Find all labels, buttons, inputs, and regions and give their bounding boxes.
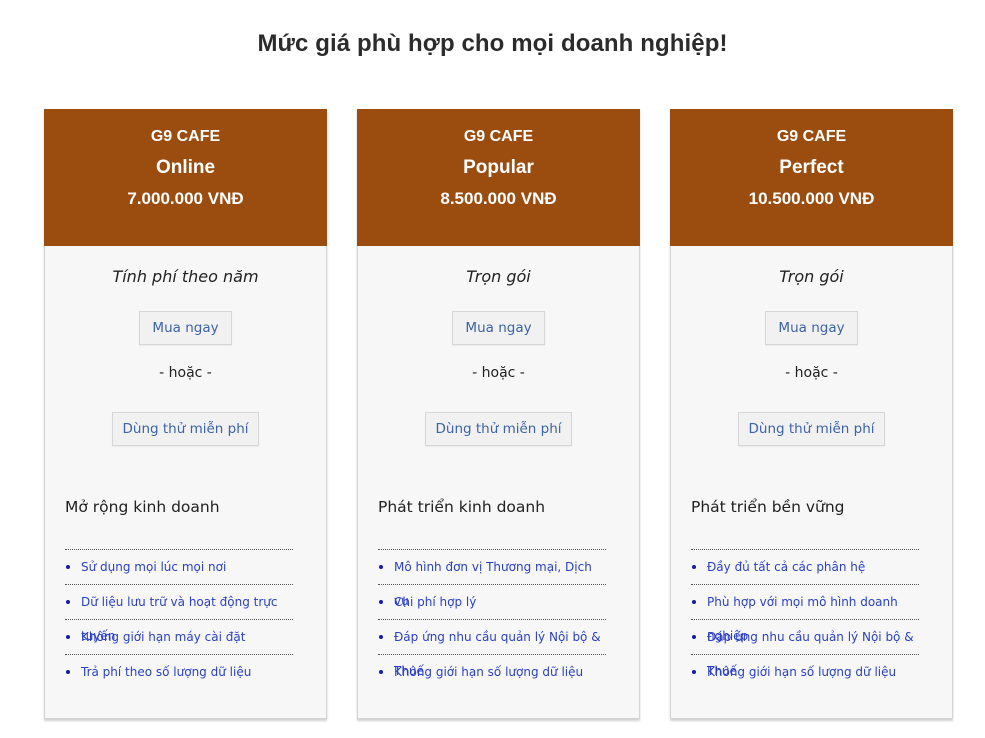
- free-trial-button[interactable]: Dùng thử miễn phí: [425, 412, 572, 446]
- feature-item[interactable]: Mô hình đơn vị Thương mại, Dịch vụ: [378, 550, 606, 608]
- bullet-icon: [692, 635, 696, 639]
- feature-text: Sử dụng mọi lúc mọi nơi: [81, 560, 227, 574]
- feature-list: Sử dụng mọi lúc mọi nơi Dữ liệu lưu trữ …: [65, 549, 293, 690]
- bullet-icon: [379, 600, 383, 604]
- feature-text: Không giới hạn số lượng dữ liệu: [707, 665, 897, 679]
- feature-text: Không giới hạn máy cài đặt: [81, 630, 246, 644]
- pricing-plans: G9 CAFE Online 7.000.000 VNĐ Tính phí th…: [44, 109, 954, 719]
- page-title: Mức giá phù hợp cho mọi doanh nghiệp!: [257, 30, 728, 57]
- feature-item[interactable]: Không giới hạn số lượng dữ liệu: [378, 655, 606, 690]
- feature-item[interactable]: Dữ liệu lưu trữ và hoạt động trực tuyến: [65, 585, 293, 643]
- feature-item[interactable]: Không giới hạn máy cài đặt: [65, 620, 293, 655]
- buy-now-button[interactable]: Mua ngay: [139, 311, 232, 345]
- plan-card-perfect: G9 CAFE Perfect 10.500.000 VNĐ Trọn gói …: [670, 109, 953, 719]
- free-trial-button[interactable]: Dùng thử miễn phí: [112, 412, 259, 446]
- feature-list: Đầy đủ tất cả các phân hệ Phù hợp với mọ…: [691, 549, 919, 690]
- feature-item[interactable]: Đáp ứng nhu cầu quản lý Nội bộ & Thuế: [378, 620, 606, 678]
- feature-item[interactable]: Đáp ứng nhu cầu quản lý Nội bộ & Thuế: [691, 620, 919, 678]
- feature-title: Phát triển bền vững: [691, 498, 845, 516]
- bullet-icon: [66, 635, 70, 639]
- plan-name: Online: [155, 157, 216, 178]
- bullet-icon: [66, 600, 70, 604]
- feature-item[interactable]: Phù hợp với mọi mô hình doanh nghiệp: [691, 585, 919, 643]
- bullet-icon: [379, 670, 383, 674]
- plan-card-popular: G9 CAFE Popular 8.500.000 VNĐ Trọn gói M…: [357, 109, 640, 719]
- free-trial-button[interactable]: Dùng thử miễn phí: [738, 412, 885, 446]
- plan-brand: G9 CAFE: [150, 128, 221, 145]
- plan-header: G9 CAFE Perfect 10.500.000 VNĐ: [670, 109, 953, 246]
- plan-header: G9 CAFE Popular 8.500.000 VNĐ: [357, 109, 640, 246]
- bullet-icon: [692, 670, 696, 674]
- feature-title: Phát triển kinh doanh: [378, 498, 546, 516]
- feature-text: Đầy đủ tất cả các phân hệ: [707, 560, 866, 574]
- or-separator: - hoặc -: [159, 365, 212, 381]
- plan-brand: G9 CAFE: [463, 128, 534, 145]
- feature-title: Mở rộng kinh doanh: [65, 498, 220, 516]
- or-separator: - hoặc -: [785, 365, 838, 381]
- plan-name: Perfect: [779, 157, 844, 178]
- feature-item[interactable]: Đầy đủ tất cả các phân hệ: [691, 550, 919, 585]
- feature-text: Trả phí theo số lượng dữ liệu: [81, 665, 252, 679]
- plan-card-online: G9 CAFE Online 7.000.000 VNĐ Tính phí th…: [44, 109, 327, 719]
- bullet-icon: [66, 565, 70, 569]
- plan-price: 10.500.000 VNĐ: [748, 189, 875, 208]
- feature-item[interactable]: Không giới hạn số lượng dữ liệu: [691, 655, 919, 690]
- bullet-icon: [692, 565, 696, 569]
- feature-list: Mô hình đơn vị Thương mại, Dịch vụ Chi p…: [378, 549, 606, 690]
- bullet-icon: [379, 565, 383, 569]
- plan-price: 8.500.000 VNĐ: [440, 189, 557, 208]
- bullet-icon: [66, 670, 70, 674]
- feature-text: Chi phí hợp lý: [394, 595, 477, 609]
- bullet-icon: [379, 635, 383, 639]
- bullet-icon: [692, 600, 696, 604]
- plan-billing: Tính phí theo năm: [112, 267, 259, 286]
- plan-name: Popular: [463, 157, 534, 178]
- plan-brand: G9 CAFE: [776, 128, 847, 145]
- plan-header: G9 CAFE Online 7.000.000 VNĐ: [44, 109, 327, 246]
- buy-now-button[interactable]: Mua ngay: [765, 311, 858, 345]
- feature-text: Không giới hạn số lượng dữ liệu: [394, 665, 584, 679]
- plan-billing: Trọn gói: [466, 267, 531, 286]
- feature-item[interactable]: Trả phí theo số lượng dữ liệu: [65, 655, 293, 690]
- buy-now-button[interactable]: Mua ngay: [452, 311, 545, 345]
- feature-item[interactable]: Sử dụng mọi lúc mọi nơi: [65, 550, 293, 585]
- or-separator: - hoặc -: [472, 365, 525, 381]
- plan-billing: Trọn gói: [779, 267, 844, 286]
- plan-price: 7.000.000 VNĐ: [127, 189, 244, 208]
- feature-item[interactable]: Chi phí hợp lý: [378, 585, 606, 620]
